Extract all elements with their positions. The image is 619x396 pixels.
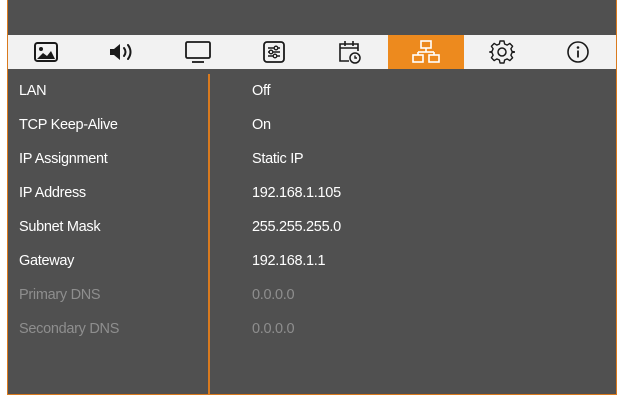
setting-label: LAN (19, 83, 47, 99)
picture-icon (33, 41, 59, 63)
setting-value: Off (252, 83, 271, 99)
network-icon (411, 39, 441, 65)
sliders-icon (262, 40, 286, 64)
setting-row-lan[interactable]: LAN Off (8, 74, 616, 108)
tab-display[interactable] (160, 35, 236, 69)
setting-row-subnet-mask[interactable]: Subnet Mask 255.255.255.0 (8, 210, 616, 244)
tab-picture[interactable] (8, 35, 84, 69)
network-settings-panel: LAN Off TCP Keep-Alive On IP Assignment … (8, 69, 616, 394)
setting-row-secondary-dns: Secondary DNS 0.0.0.0 (8, 312, 616, 346)
monitor-icon (184, 40, 212, 64)
speaker-icon (107, 41, 137, 63)
setting-value: Static IP (252, 151, 304, 167)
setting-value: 0.0.0.0 (252, 321, 295, 337)
setting-label: Gateway (19, 253, 75, 269)
setting-value: 192.168.1.105 (252, 185, 341, 201)
setting-label: Subnet Mask (19, 219, 101, 235)
setting-label: Primary DNS (19, 287, 101, 303)
setting-row-tcp-keep-alive[interactable]: TCP Keep-Alive On (8, 108, 616, 142)
tab-network[interactable] (388, 35, 464, 69)
setting-value: 255.255.255.0 (252, 219, 341, 235)
gear-icon (489, 39, 515, 65)
setting-label: Secondary DNS (19, 321, 120, 337)
menu-tab-bar (8, 35, 616, 69)
menu-header-bar (8, 0, 616, 35)
setting-row-ip-address[interactable]: IP Address 192.168.1.105 (8, 176, 616, 210)
info-icon (566, 40, 590, 64)
tab-adjustments[interactable] (236, 35, 312, 69)
setting-value: On (252, 117, 271, 133)
tab-settings[interactable] (464, 35, 540, 69)
setting-label: TCP Keep-Alive (19, 117, 118, 133)
setting-label: IP Address (19, 185, 86, 201)
tab-information[interactable] (540, 35, 616, 69)
tab-schedule[interactable] (312, 35, 388, 69)
setting-value: 0.0.0.0 (252, 287, 295, 303)
setting-row-gateway[interactable]: Gateway 192.168.1.1 (8, 244, 616, 278)
setting-value: 192.168.1.1 (252, 253, 326, 269)
tab-audio[interactable] (84, 35, 160, 69)
setting-label: IP Assignment (19, 151, 108, 167)
calendar-clock-icon (337, 39, 363, 65)
osd-menu-window: LAN Off TCP Keep-Alive On IP Assignment … (7, 0, 617, 395)
setting-row-primary-dns: Primary DNS 0.0.0.0 (8, 278, 616, 312)
setting-row-ip-assignment[interactable]: IP Assignment Static IP (8, 142, 616, 176)
